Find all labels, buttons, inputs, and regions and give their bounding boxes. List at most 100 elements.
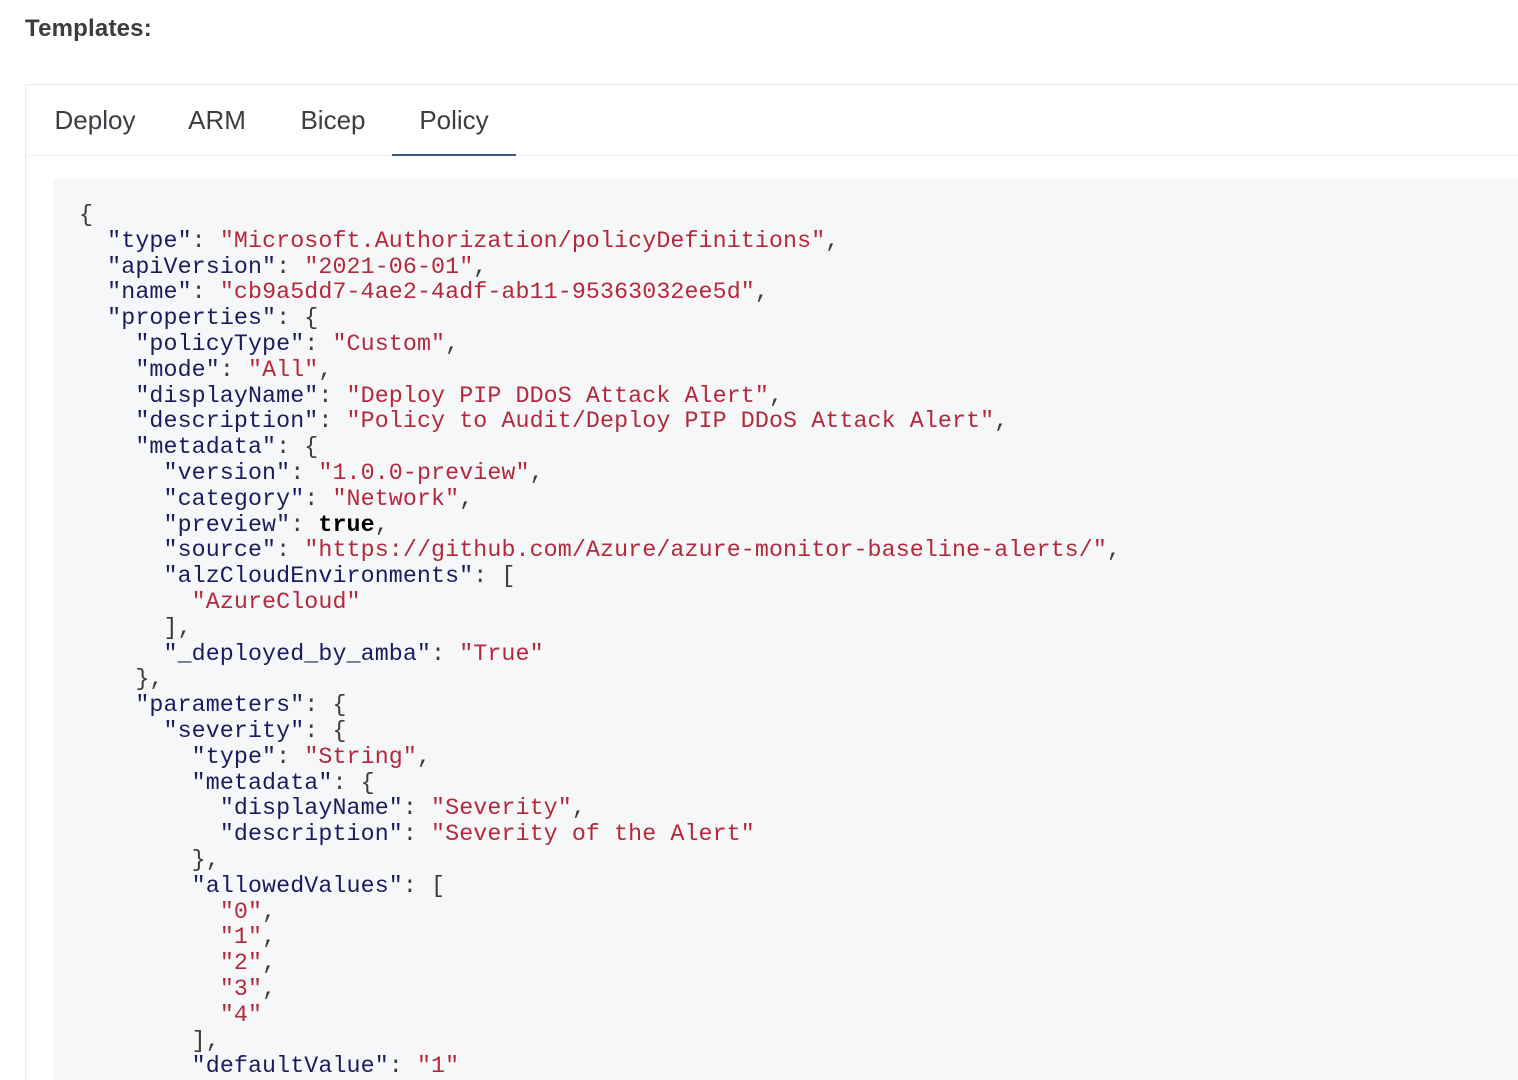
code-token-key: "apiVersion" (107, 253, 277, 280)
code-token-punc: : (318, 408, 347, 435)
code-token-punc: : (318, 382, 347, 409)
code-token-str: "All" (247, 356, 319, 383)
code-token-punc: , (825, 227, 840, 254)
tab-policy[interactable]: Policy (392, 85, 516, 156)
code-token-key: "type" (191, 743, 277, 770)
code-token-key: "displayName" (135, 382, 319, 409)
code-line: "mode": "All", (79, 356, 1121, 384)
code-token-key: "metadata" (135, 434, 277, 461)
code-line: "properties": { (79, 305, 1121, 332)
code-line: "4" (79, 1002, 1121, 1029)
code-token-punc: : (290, 511, 319, 538)
code-token-punc: , (571, 795, 586, 822)
code-token-str: "2021-06-01" (304, 253, 474, 280)
code-token-punc: : { (276, 434, 319, 461)
code-token-key: "type" (107, 227, 192, 254)
code-token-key: "preview" (163, 511, 291, 538)
code-token-punc: , (473, 253, 488, 280)
code-token-punc: ], (191, 1027, 220, 1054)
code-line: "type": "Microsoft.Authorization/policyD… (79, 227, 1121, 255)
code-token-punc: , (262, 950, 277, 977)
code-line: }, (79, 666, 1121, 693)
code-line: "allowedValues": [ (79, 872, 1121, 900)
code-token-punc: ], (163, 614, 192, 641)
code-token-punc: , (754, 279, 769, 306)
code-token-punc: : (431, 640, 460, 667)
code-token-punc: : (219, 356, 248, 383)
code-token-punc: , (416, 743, 432, 770)
code-token-str: "Custom" (332, 330, 446, 357)
code-token-punc: : (388, 1053, 417, 1080)
code-token-punc: : (402, 821, 432, 848)
code-token-punc: : { (304, 692, 347, 719)
code-token-key: "policyType" (135, 330, 305, 357)
tab-arm[interactable]: ARM (176, 85, 258, 155)
code-block[interactable]: { "type": "Microsoft.Authorization/polic… (53, 179, 1518, 1080)
code-token-punc: , (459, 485, 474, 512)
code-token-key: "version" (163, 459, 291, 486)
code-token-punc: : (276, 743, 305, 770)
code-token-str: "Microsoft.Authorization/policyDefinitio… (219, 227, 826, 254)
code-token-key: "alzCloudEnvironments" (163, 563, 474, 590)
code-token-punc: , (768, 382, 784, 409)
code-line: "metadata": { (79, 770, 1121, 797)
code-token-key: "severity" (163, 717, 305, 744)
code-token-punc: : (276, 537, 305, 564)
code-token-punc: : [ (402, 872, 446, 899)
code-token-str: "3" (219, 975, 263, 1002)
code-token-key: "mode" (135, 356, 220, 383)
code-token-punc: }, (191, 846, 220, 873)
code-token-punc: : (191, 279, 220, 306)
code-token-punc: , (1106, 537, 1121, 564)
code-line: }, (79, 846, 1121, 874)
code-token-punc: : (290, 459, 319, 486)
code-token-str: "Severity" (431, 795, 572, 822)
code-token-str: "1.0.0-preview" (318, 459, 530, 486)
code-token-punc: , (374, 511, 389, 538)
code-line: "parameters": { (79, 692, 1121, 719)
code-token-str: "cb9a5dd7-4ae2-4adf-ab11-95363032ee5d" (219, 279, 755, 306)
code-token-str: "String" (304, 743, 417, 770)
code-line: "metadata": { (79, 434, 1121, 461)
code-token-str: "1" (416, 1053, 460, 1080)
code-line: "_deployed_by_amba": "True" (79, 640, 1121, 668)
code-token-key: "allowedValues" (191, 872, 403, 899)
code-line: { (79, 202, 1121, 229)
code-token-key: "name" (107, 279, 192, 306)
code-token-punc: , (262, 898, 277, 925)
code-token-key: "properties" (107, 305, 277, 332)
code-token-str: "True" (459, 640, 544, 667)
code-token-punc: }, (135, 666, 164, 693)
code-token-str: "Severity of the Alert" (431, 821, 755, 848)
templates-heading: Templates: (25, 15, 152, 42)
code-line: "AzureCloud" (79, 589, 1121, 616)
code-line: "version": "1.0.0-preview", (79, 459, 1121, 487)
tab-bicep[interactable]: Bicep (285, 85, 381, 155)
code-token-str: "Network" (332, 485, 460, 512)
code-line: "description": "Policy to Audit/Deploy P… (79, 408, 1121, 435)
tab-deploy[interactable]: Deploy (40, 85, 150, 155)
code-line: ], (79, 1027, 1121, 1055)
code-token-punc: : { (304, 717, 347, 744)
code-token-bool: true (318, 511, 375, 538)
code-token-key: "source" (163, 537, 277, 564)
